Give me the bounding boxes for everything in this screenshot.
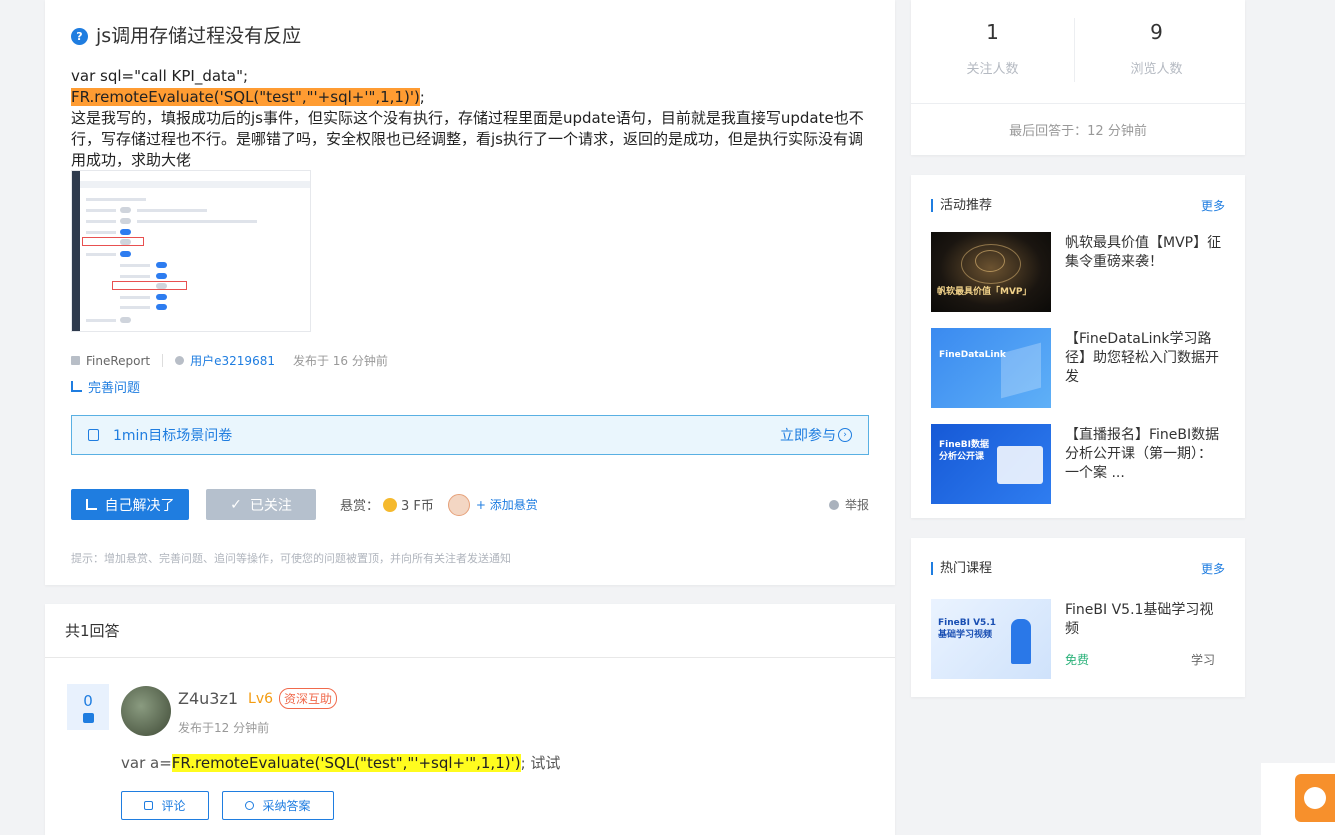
followed-button[interactable]: ✓ 已关注 xyxy=(206,489,316,520)
answer-body: var a=FR.remoteEvaluate('SQL("test","'+s… xyxy=(121,754,561,772)
report-link[interactable]: 举报 xyxy=(828,496,869,513)
activities-card: 活动推荐 更多 帆软最具价值「MVP」 帆软最具价值【MVP】征集令重磅来袭！ … xyxy=(911,175,1245,518)
tag-icon xyxy=(71,356,80,365)
course-item[interactable]: FineBI V5.1 基础学习视频 FineBI V5.1基础学习视频 免费 … xyxy=(931,599,1231,679)
survey-label: 1min目标场景问卷 xyxy=(113,428,233,444)
answerer-avatar[interactable] xyxy=(121,686,171,736)
add-reward-link[interactable]: + 添加悬赏 xyxy=(476,496,538,513)
answer-count: 共1回答 xyxy=(65,622,120,640)
accept-answer-button[interactable]: 采纳答案 xyxy=(222,791,334,820)
views-stat: 9 浏览人数 xyxy=(1130,20,1183,77)
activity-thumbnail[interactable]: FineDataLink xyxy=(931,328,1051,408)
course-meta: 免费 学习 xyxy=(1065,651,1215,668)
pencil-icon xyxy=(85,499,97,510)
stats-card: 1 关注人数 9 浏览人数 最后回答于：12 分钟前 xyxy=(911,0,1245,155)
activity-thumbnail[interactable]: 帆软最具价值「MVP」 xyxy=(931,232,1051,312)
answerer-badge: 资深互助 xyxy=(279,688,338,709)
improve-question-link[interactable]: 完善问题 xyxy=(71,377,140,396)
answerer-level: Lv6 xyxy=(248,690,274,707)
course-thumbnail[interactable]: FineBI V5.1 基础学习视频 xyxy=(931,599,1051,679)
tip-text: 提示：增加悬赏、完善问题、追问等操作，可使您的问题被置顶，并向所有关注者发送通知 xyxy=(71,552,511,565)
report-icon xyxy=(828,499,839,510)
courses-card: 热门课程 更多 FineBI V5.1 基础学习视频 FineBI V5.1基础… xyxy=(911,538,1245,697)
question-title-row: ? js调用存储过程没有反应 xyxy=(71,20,301,48)
activity-title: 【FineDataLink学习路径】助您轻松入门数据开发 xyxy=(1065,331,1219,385)
gift-icon[interactable] xyxy=(1295,774,1335,822)
posted-time: 发布于 16 分钟前 xyxy=(292,354,388,368)
course-title: FineBI V5.1基础学习视频 xyxy=(1065,602,1214,637)
author-link[interactable]: 用户e3219681 xyxy=(175,352,275,369)
survey-join-link[interactable]: 立即参与 › xyxy=(780,425,852,445)
question-actions: 自己解决了 ✓ 已关注 悬赏： 3 F币 + 添加悬赏 举报 xyxy=(71,489,869,520)
followers-stat: 1 关注人数 xyxy=(966,20,1019,77)
activity-title: 【直播报名】FineBI数据分析公开课（第一期）：一个案 ... xyxy=(1065,427,1220,481)
answerer-info: Z4u3z1 Lv6 资深互助 xyxy=(178,688,338,709)
question-body: var sql="call KPI_data"; FR.remoteEvalua… xyxy=(71,66,871,171)
course-price: 免费 xyxy=(1065,653,1090,667)
floating-gift-widget[interactable] xyxy=(1261,763,1335,835)
courses-title: 热门课程 xyxy=(931,562,992,575)
survey-banner[interactable]: 1min目标场景问卷 立即参与 › xyxy=(71,415,869,455)
vote-count: 0 xyxy=(83,691,93,710)
answers-card: 共1回答 0 Z4u3z1 Lv6 资深互助 发布于12 分钟前 var a=F… xyxy=(45,604,895,835)
code-highlight: FR.remoteEvaluate('SQL("test","'+sql+'",… xyxy=(71,88,420,106)
activities-more-link[interactable]: 更多 xyxy=(1201,197,1225,214)
question-title: js调用存储过程没有反应 xyxy=(96,24,302,47)
coin-icon xyxy=(383,497,398,512)
question-screenshot-image[interactable] xyxy=(71,170,311,332)
tag-link[interactable]: FineReport xyxy=(71,354,150,368)
edit-icon xyxy=(71,381,82,392)
answer-time: 发布于12 分钟前 xyxy=(178,721,270,735)
code-line-2: FR.remoteEvaluate('SQL("test","'+sql+'",… xyxy=(71,87,871,108)
reward-info: 悬赏： 3 F币 xyxy=(340,497,434,514)
activity-thumbnail[interactable]: FineBI数据分析公开课 xyxy=(931,424,1051,504)
last-answer-time: 最后回答于：12 分钟前 xyxy=(1009,124,1147,139)
code-line-1: var sql="call KPI_data"; xyxy=(71,67,249,85)
check-icon: ✓ xyxy=(230,496,242,513)
vote-button[interactable]: 0 xyxy=(67,684,109,730)
arrow-right-icon: › xyxy=(838,428,852,442)
activities-title: 活动推荐 xyxy=(931,199,992,212)
self-solved-button[interactable]: 自己解决了 xyxy=(71,489,189,520)
answerer-name[interactable]: Z4u3z1 xyxy=(178,689,238,708)
thumbs-up-icon xyxy=(82,712,94,723)
code-suffix: ; xyxy=(419,88,425,106)
question-card: ? js调用存储过程没有反应 var sql="call KPI_data"; … xyxy=(45,0,895,585)
comment-icon xyxy=(144,801,154,810)
survey-icon xyxy=(88,429,99,441)
user-icon xyxy=(175,356,185,365)
question-icon: ? xyxy=(71,27,88,45)
courses-more-link[interactable]: 更多 xyxy=(1201,560,1225,577)
activity-item[interactable]: 帆软最具价值「MVP」 帆软最具价值【MVP】征集令重磅来袭！ xyxy=(931,232,1231,312)
activity-item[interactable]: FineDataLink 【FineDataLink学习路径】助您轻松入门数据开… xyxy=(931,328,1231,408)
comment-button[interactable]: 评论 xyxy=(121,791,209,820)
answer-code-highlight: FR.remoteEvaluate('SQL("test","'+sql+'",… xyxy=(171,754,521,772)
course-study-link[interactable]: 学习 xyxy=(1191,651,1215,668)
question-description: 这是我写的，填报成功后的js事件，但实际这个没有执行，存储过程里面是update… xyxy=(71,109,864,169)
activity-item[interactable]: FineBI数据分析公开课 【直播报名】FineBI数据分析公开课（第一期）：一… xyxy=(931,424,1231,504)
reward-avatar xyxy=(447,493,470,516)
question-meta: FineReport 用户e3219681 发布于 16 分钟前 xyxy=(71,352,388,369)
accept-icon xyxy=(245,801,255,810)
activity-title: 帆软最具价值【MVP】征集令重磅来袭！ xyxy=(1065,235,1222,270)
